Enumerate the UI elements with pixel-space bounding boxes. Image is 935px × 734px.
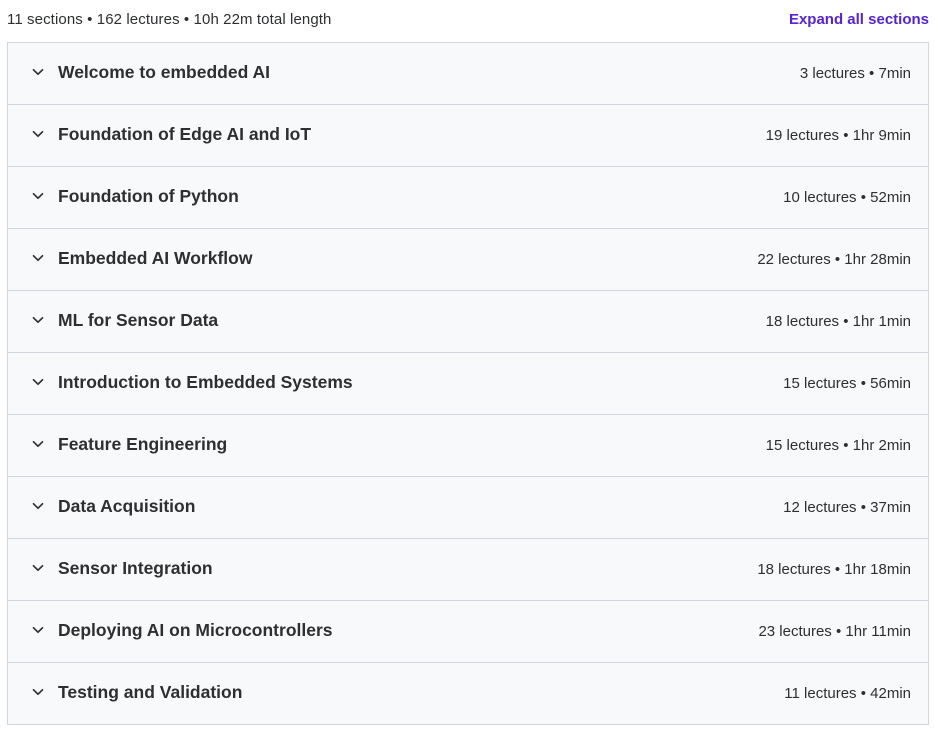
section-lecture-info: 11 lectures • 42min — [784, 685, 911, 702]
chevron-down-icon[interactable] — [31, 685, 45, 699]
section-row[interactable]: ML for Sensor Data 18 lectures • 1hr 1min — [8, 291, 928, 353]
chevron-down-icon[interactable] — [31, 375, 45, 389]
chevron-down-icon[interactable] — [31, 437, 45, 451]
section-row[interactable]: Testing and Validation 11 lectures • 42mi… — [8, 663, 928, 725]
section-row[interactable]: Welcome to embedded AI 3 lectures • 7min — [8, 43, 928, 105]
section-title: Sensor Integration — [58, 558, 213, 578]
chevron-down-icon[interactable] — [31, 189, 45, 203]
chevron-down-icon[interactable] — [31, 127, 45, 141]
section-title: Foundation of Edge AI and IoT — [58, 124, 312, 144]
section-row[interactable]: Foundation of Python 10 lectures • 52min — [8, 167, 928, 229]
curriculum-summary: 11 sections • 162 lectures • 10h 22m tot… — [7, 11, 332, 28]
chevron-down-icon[interactable] — [31, 251, 45, 265]
chevron-down-icon[interactable] — [31, 65, 45, 79]
section-row[interactable]: Data Acquisition 12 lectures • 37min — [8, 477, 928, 539]
section-list: Welcome to embedded AI 3 lectures • 7min F… — [7, 42, 929, 725]
section-title: Testing and Validation — [58, 682, 243, 702]
section-title: Embedded AI Workflow — [58, 248, 253, 268]
section-lecture-info: 18 lectures • 1hr 1min — [765, 313, 911, 330]
section-title: Foundation of Python — [58, 186, 239, 206]
section-lecture-info: 15 lectures • 1hr 2min — [765, 437, 911, 454]
section-title: Feature Engineering — [58, 434, 228, 454]
section-title: Deploying AI on Microcontrollers — [58, 620, 333, 640]
section-title: Welcome to embedded AI — [58, 62, 270, 82]
section-title: Data Acquisition — [58, 496, 196, 516]
section-lecture-info: 22 lectures • 1hr 28min — [757, 251, 911, 268]
section-title: ML for Sensor Data — [58, 310, 219, 330]
section-row[interactable]: Deploying AI on Microcontrollers 23 lectu… — [8, 601, 928, 663]
section-row[interactable]: Introduction to Embedded Systems 15 lectu… — [8, 353, 928, 415]
section-lecture-info: 10 lectures • 52min — [783, 189, 911, 206]
curriculum-summary-bar: 11 sections • 162 lectures • 10h 22m tot… — [7, 0, 929, 40]
section-lecture-info: 3 lectures • 7min — [799, 65, 911, 82]
expand-all-sections-button[interactable]: Expand all sections — [789, 11, 929, 28]
section-row[interactable]: Foundation of Edge AI and IoT 19 lectures… — [8, 105, 928, 167]
chevron-down-icon[interactable] — [31, 623, 45, 637]
section-row[interactable]: Embedded AI Workflow 22 lectures • 1hr 28… — [8, 229, 928, 291]
course-curriculum: 11 sections • 162 lectures • 10h 22m tot… — [0, 0, 935, 734]
section-row[interactable]: Feature Engineering 15 lectures • 1hr 2mi… — [8, 415, 928, 477]
section-lecture-info: 18 lectures • 1hr 18min — [757, 561, 911, 578]
section-lecture-info: 23 lectures • 1hr 11min — [758, 623, 911, 640]
section-lecture-info: 15 lectures • 56min — [783, 375, 911, 392]
section-title: Introduction to Embedded Systems — [58, 372, 353, 392]
section-row[interactable]: Sensor Integration 18 lectures • 1hr 18mi… — [8, 539, 928, 601]
chevron-down-icon[interactable] — [31, 499, 45, 513]
chevron-down-icon[interactable] — [31, 313, 45, 327]
section-lecture-info: 12 lectures • 37min — [783, 499, 911, 516]
chevron-down-icon[interactable] — [31, 561, 45, 575]
section-lecture-info: 19 lectures • 1hr 9min — [765, 127, 911, 144]
